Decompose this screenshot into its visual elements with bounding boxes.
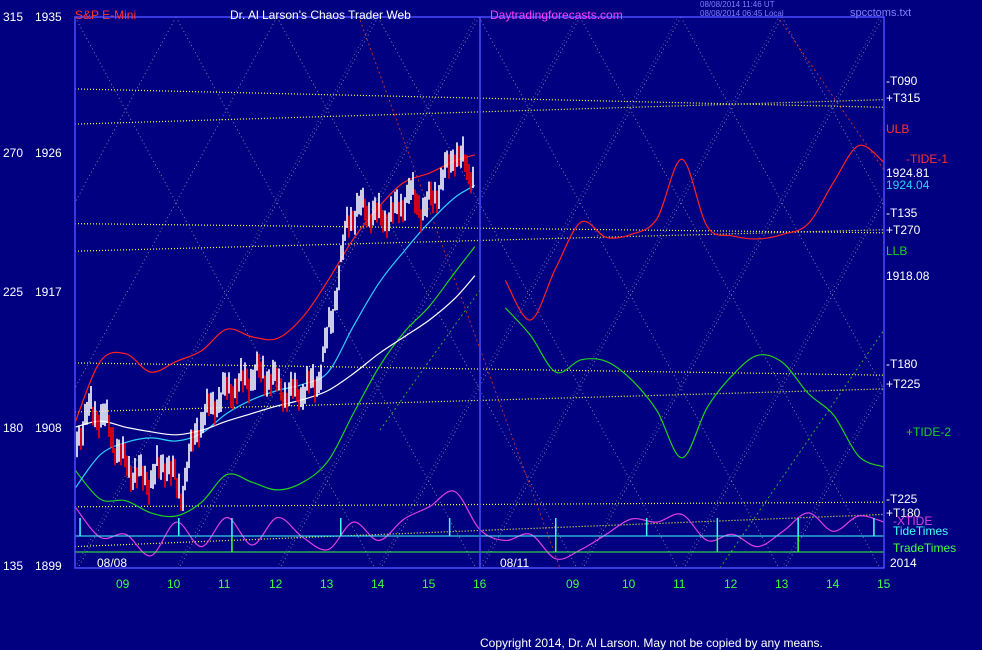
chart-stage: S&P E-Mini Dr. Al Larson's Chaos Trader … bbox=[0, 0, 982, 650]
instrument-label: S&P E-Mini bbox=[75, 8, 137, 22]
x-axis-hour-label: 10 bbox=[167, 577, 181, 591]
x-axis-hour-label: 09 bbox=[116, 577, 130, 591]
chart-plot bbox=[0, 0, 982, 650]
x-axis-hour-label: 16 bbox=[473, 577, 487, 591]
x-axis-hour-label: 12 bbox=[269, 577, 283, 591]
right-level-label: +T225 bbox=[886, 377, 921, 392]
timestamp-local: 08/08/2014 06:45 Local bbox=[700, 9, 784, 18]
copyright-text: Copyright 2014, Dr. Al Larson. May not b… bbox=[480, 636, 823, 650]
x-axis-hour-label: 11 bbox=[673, 577, 686, 591]
right-level-label: -T090 bbox=[886, 74, 918, 89]
right-level-label: -T180 bbox=[886, 357, 918, 372]
x-axis-hour-label: 09 bbox=[566, 577, 580, 591]
x-axis-hour-label: 13 bbox=[775, 577, 789, 591]
right-level-label: +T270 bbox=[886, 222, 921, 237]
day2-date-label: 08/11 bbox=[500, 556, 530, 570]
x-axis-hour-label: 12 bbox=[724, 577, 738, 591]
tide-times-label: TideTimes bbox=[893, 524, 949, 538]
angle-tick-label: 315 bbox=[3, 10, 24, 24]
site-title: Dr. Al Larson's Chaos Trader Web bbox=[230, 8, 411, 22]
right-level-label: ULB bbox=[886, 121, 910, 136]
right-level-label: +T315 bbox=[886, 91, 921, 106]
angle-tick-label: 180 bbox=[3, 421, 24, 435]
price-tick-label: 1908 bbox=[35, 421, 62, 435]
right-level-label: LLB bbox=[886, 244, 908, 259]
x-axis-hour-label: 15 bbox=[422, 577, 436, 591]
right-level-label: -TIDE-1 bbox=[906, 152, 948, 167]
angle-tick-label: 270 bbox=[3, 146, 24, 160]
right-level-label: -T135 bbox=[886, 205, 918, 220]
angle-tick-label: 225 bbox=[3, 285, 24, 299]
right-level-label: 1918.08 bbox=[886, 268, 930, 283]
site-url-link[interactable]: Daytradingforecasts.com bbox=[490, 8, 623, 22]
year-label: 2014 bbox=[890, 556, 917, 570]
angle-tick-label: 135 bbox=[3, 559, 24, 573]
price-tick-label: 1917 bbox=[35, 285, 62, 299]
x-axis-hour-label: 11 bbox=[218, 577, 231, 591]
price-tick-label: 1926 bbox=[35, 146, 62, 160]
price-tick-label: 1899 bbox=[35, 559, 62, 573]
x-axis-hour-label: 14 bbox=[826, 577, 840, 591]
file-name: spcctoms.txt bbox=[850, 7, 912, 19]
day1-date-label: 08/08 bbox=[97, 556, 128, 570]
right-level-label: +TIDE-2 bbox=[906, 424, 952, 439]
price-tick-label: 1935 bbox=[35, 10, 62, 24]
x-axis-hour-label: 14 bbox=[371, 577, 385, 591]
right-level-label: 1924.04 bbox=[886, 177, 930, 192]
right-level-label: -T225 bbox=[886, 492, 918, 507]
timestamp-ut: 08/08/2014 11:46 UT bbox=[700, 0, 775, 9]
trade-times-label: TradeTimes bbox=[893, 541, 957, 555]
x-axis-hour-label: 10 bbox=[622, 577, 636, 591]
x-axis-hour-label: 15 bbox=[877, 577, 891, 591]
x-axis-hour-label: 13 bbox=[320, 577, 334, 591]
